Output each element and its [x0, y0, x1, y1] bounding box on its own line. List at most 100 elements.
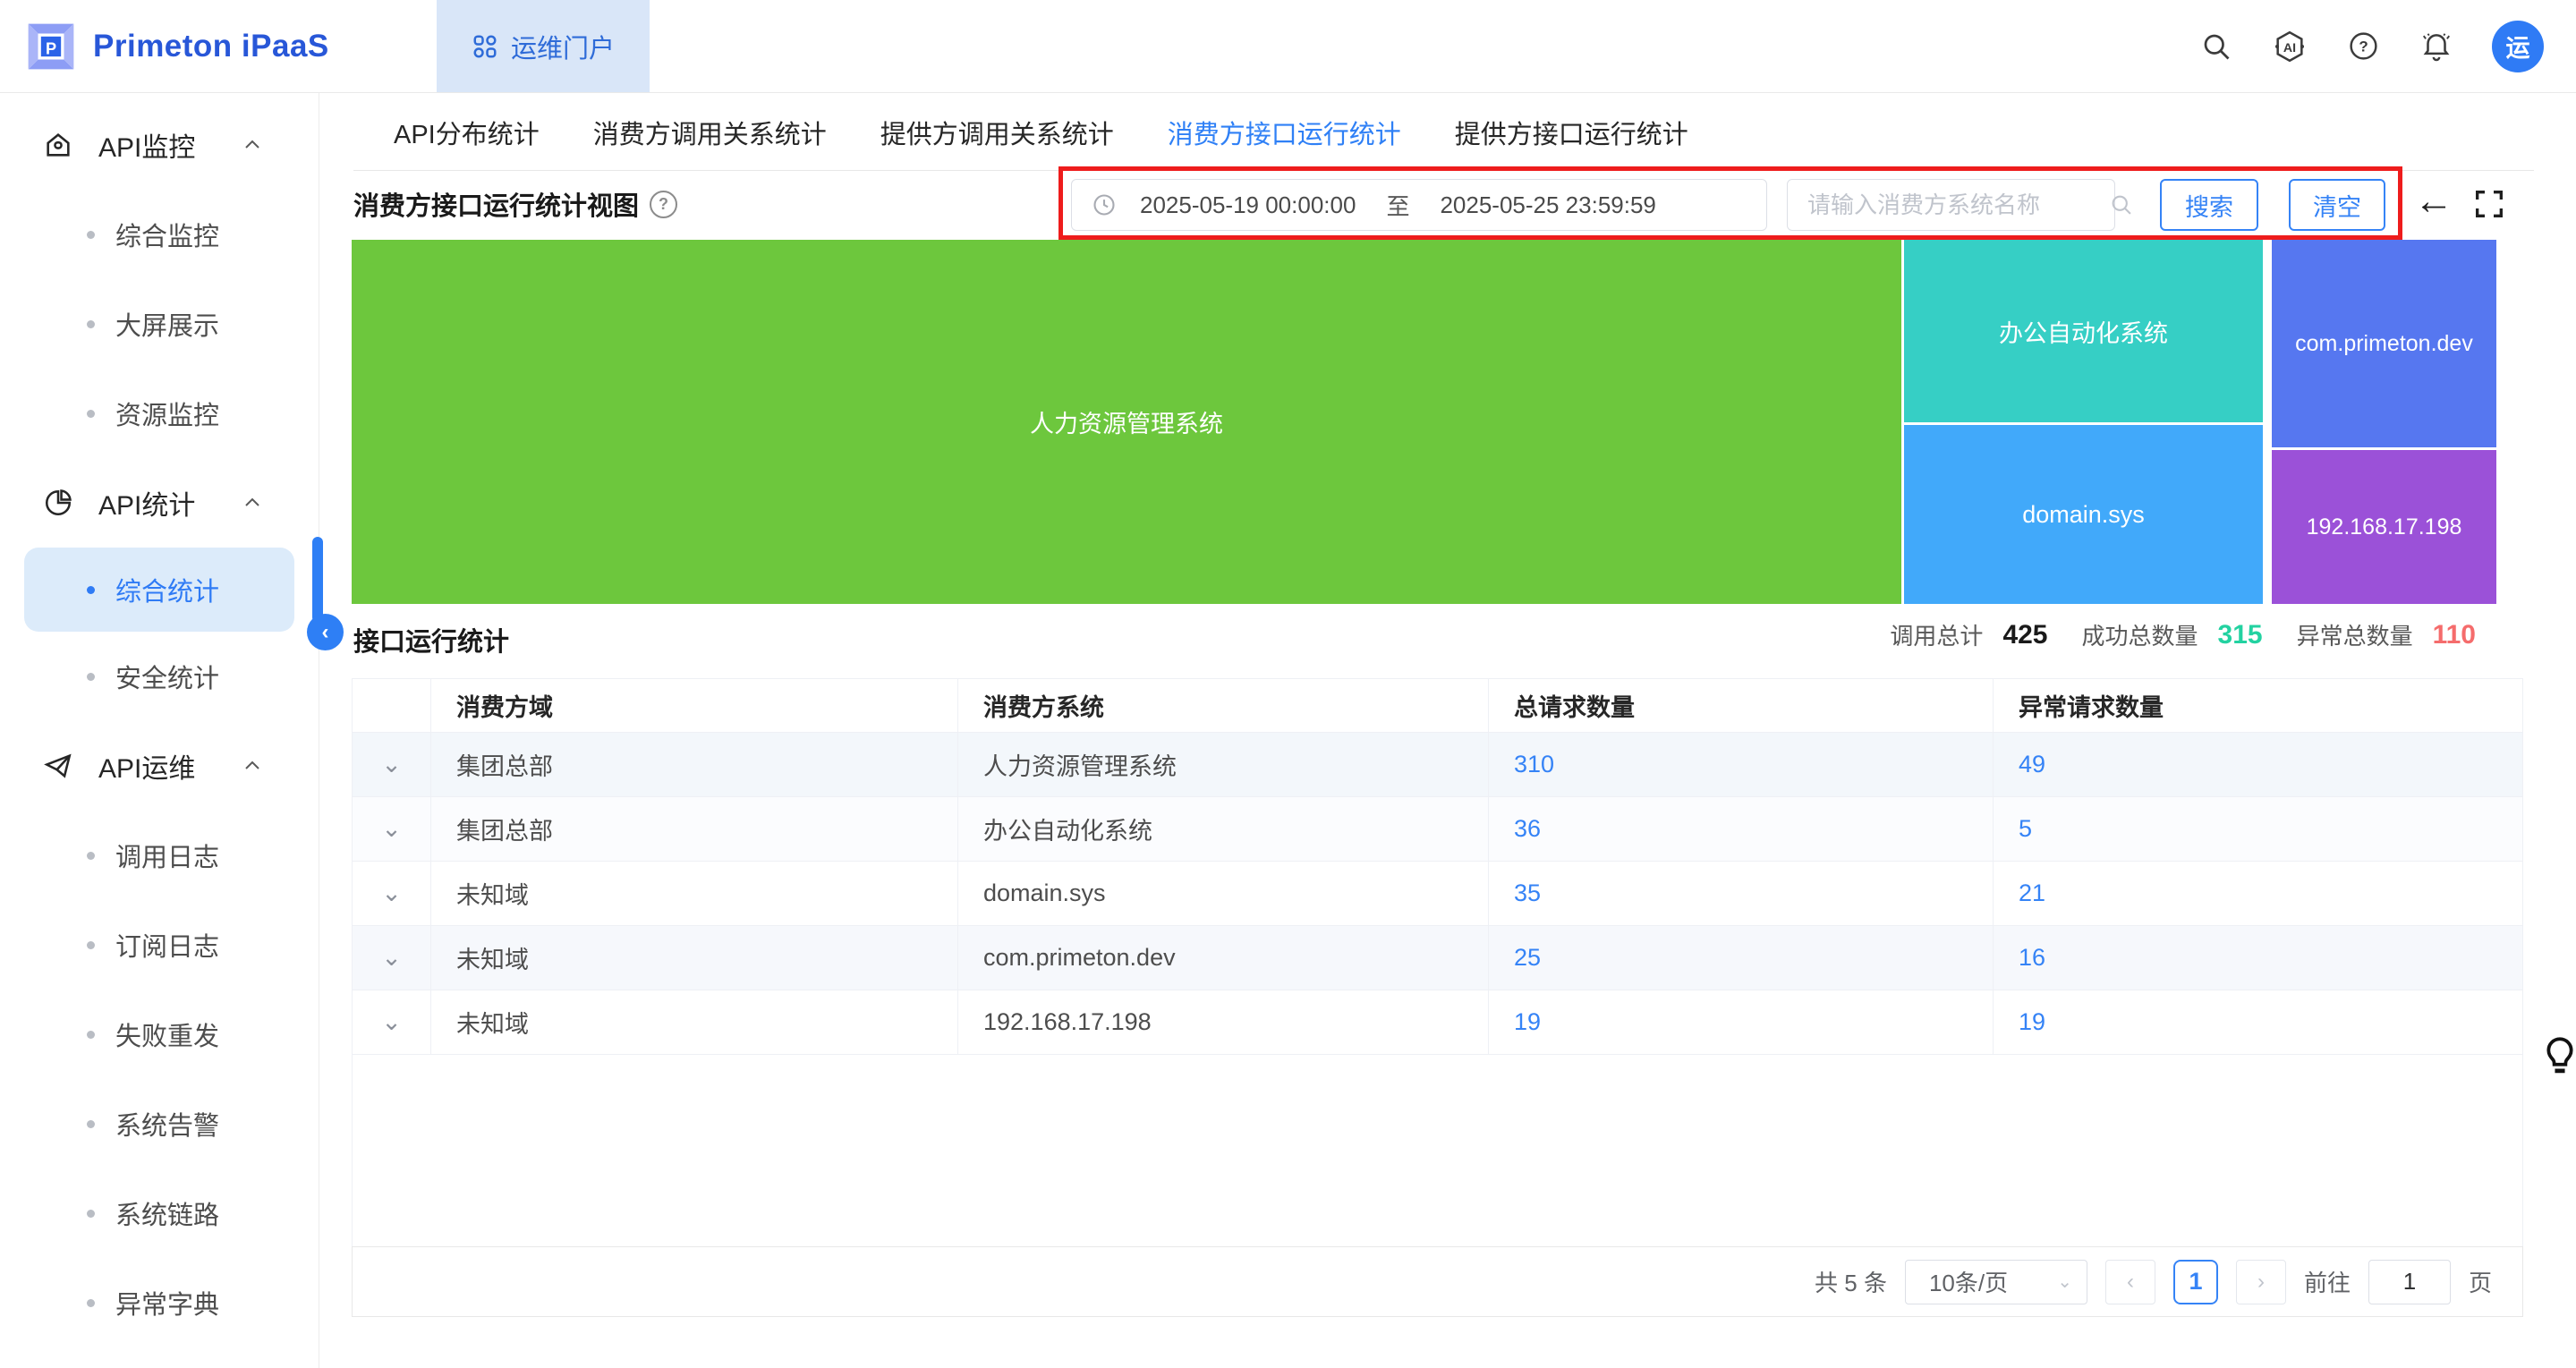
tab-consumer-api-run-stats[interactable]: 消费方接口运行统计: [1161, 93, 1407, 171]
page-size-value: 10条/页: [1928, 1270, 2009, 1296]
sidebar-section-api-monitor[interactable]: API监控: [0, 100, 319, 190]
sidebar-item-xitong-gaojing[interactable]: 系统告警: [0, 1079, 319, 1168]
treemap-tile-domain-sys[interactable]: domain.sys: [1904, 425, 2263, 604]
treemap-tile-oa-system[interactable]: 办公自动化系统: [1904, 240, 2263, 422]
sidebar-item-ziyuan-jiankong[interactable]: 资源监控: [0, 369, 319, 458]
treemap-tile-ip-192-168-17-198[interactable]: 192.168.17.198: [2272, 450, 2496, 604]
chevron-down-icon: ⌄: [2057, 1272, 2072, 1292]
tab-provider-api-run-stats[interactable]: 提供方接口运行统计: [1455, 93, 1688, 171]
treemap-tile-hr-system[interactable]: 人力资源管理系统: [352, 240, 1901, 604]
row-expand-chevron-icon[interactable]: ⌄: [353, 990, 431, 1054]
ai-assistant-icon[interactable]: AI: [2272, 29, 2308, 64]
chevron-up-icon: [245, 140, 259, 149]
cell-error-requests-link[interactable]: 19: [2019, 1008, 2045, 1036]
sidebar-section-api-stats[interactable]: API统计: [0, 458, 319, 548]
goto-page-input[interactable]: [2368, 1259, 2451, 1304]
sidebar-item-zonghe-jiankong[interactable]: 综合监控: [0, 190, 319, 279]
table-row: ⌄ 未知域 domain.sys 35 21: [353, 862, 2522, 926]
search-icon[interactable]: [2198, 29, 2234, 64]
bullet-icon: [87, 1298, 95, 1307]
cell-consumer-system: 办公自动化系统: [958, 797, 1489, 861]
bullet-icon: [87, 1030, 95, 1039]
date-start-value[interactable]: 2025-05-19 00:00:00: [1140, 191, 1356, 219]
sidebar-collapse-button[interactable]: ‹: [307, 614, 344, 650]
cell-total-requests-link[interactable]: 19: [1514, 1008, 1541, 1036]
portal-tab[interactable]: 运维门户: [437, 0, 650, 92]
sidebar-item-anquan-tongji[interactable]: 安全统计: [0, 632, 319, 721]
prev-page-button[interactable]: ‹: [2104, 1259, 2155, 1304]
sidebar-scroll-handle[interactable]: [312, 537, 323, 623]
sidebar-item-yichang-zidian[interactable]: 异常字典: [0, 1258, 319, 1347]
bullet-icon: [87, 319, 95, 328]
treemap-tile-label: com.primeton.dev: [2295, 330, 2473, 356]
sidebar-item-diaoyong-rizhi[interactable]: 调用日志: [0, 811, 319, 900]
sidebar-item-xitong-lianlu[interactable]: 系统链路: [0, 1168, 319, 1258]
row-expand-chevron-icon[interactable]: ⌄: [353, 926, 431, 990]
cell-total-requests-link[interactable]: 36: [1514, 815, 1541, 843]
col-header-consumer-domain: 消费方域: [431, 679, 958, 732]
clear-button[interactable]: 清空: [2289, 179, 2385, 231]
lightbulb-icon[interactable]: [2543, 1036, 2576, 1084]
row-expand-chevron-icon[interactable]: ⌄: [353, 797, 431, 861]
sidebar-item-shibai-chongfa[interactable]: 失败重发: [0, 990, 319, 1079]
tab-provider-call-relation[interactable]: 提供方调用关系统计: [880, 93, 1114, 171]
page-size-select[interactable]: 10条/页 ⌄: [1904, 1259, 2087, 1304]
next-page-button[interactable]: ›: [2235, 1259, 2286, 1304]
sidebar-item-label: 异常字典: [115, 1291, 220, 1320]
sidebar-item-daping-zhanshi[interactable]: 大屏展示: [0, 279, 319, 369]
bullet-icon: [87, 230, 95, 239]
consumer-system-treemap: 人力资源管理系统 办公自动化系统 domain.sys com.primeton…: [352, 240, 2496, 604]
sidebar-item-dingyue-rizhi[interactable]: 订阅日志: [0, 900, 319, 990]
treemap-tile-label: 人力资源管理系统: [1030, 411, 1223, 438]
tab-consumer-call-relation[interactable]: 消费方调用关系统计: [593, 93, 827, 171]
cell-error-requests-link[interactable]: 49: [2019, 751, 2045, 778]
cell-total-requests-link[interactable]: 35: [1514, 879, 1541, 907]
sidebar-section-api-ops[interactable]: API运维: [0, 721, 319, 811]
cell-total-requests-link[interactable]: 310: [1514, 751, 1554, 778]
date-to-label: 至: [1386, 192, 1410, 220]
goto-label: 前往: [2303, 1270, 2351, 1296]
cell-error-requests-link[interactable]: 16: [2019, 944, 2045, 972]
sidebar-section-label: API统计: [98, 491, 196, 521]
sidebar-item-label: 订阅日志: [115, 933, 220, 962]
help-icon[interactable]: ?: [2345, 29, 2381, 64]
api-run-stats-table: 消费方域 消费方系统 总请求数量 异常请求数量 ⌄ 集团总部 人力资源管理系统 …: [352, 678, 2523, 1247]
user-avatar[interactable]: 运: [2492, 20, 2544, 72]
date-end-value[interactable]: 2025-05-25 23:59:59: [1440, 191, 1655, 219]
table-header-row: 消费方域 消费方系统 总请求数量 异常请求数量: [353, 679, 2522, 733]
search-button[interactable]: 搜索: [2160, 179, 2258, 231]
sidebar-item-label: 安全统计: [115, 665, 220, 693]
date-range-picker[interactable]: 2025-05-19 00:00:00 至 2025-05-25 23:59:5…: [1071, 179, 1767, 231]
tab-api-distribution[interactable]: API分布统计: [394, 93, 540, 171]
back-arrow-icon[interactable]: ←: [2414, 182, 2453, 221]
pie-chart-icon: [45, 489, 72, 516]
table-row: ⌄ 集团总部 办公自动化系统 36 5: [353, 797, 2522, 862]
treemap-tile-label: domain.sys: [2022, 500, 2145, 528]
help-tooltip-icon[interactable]: ?: [650, 190, 678, 218]
cell-consumer-domain: 未知域: [431, 926, 958, 990]
treemap-tile-com-primeton-dev[interactable]: com.primeton.dev: [2272, 240, 2496, 447]
cell-error-requests-link[interactable]: 5: [2019, 815, 2032, 843]
row-expand-chevron-icon[interactable]: ⌄: [353, 733, 431, 796]
cell-total-requests-link[interactable]: 25: [1514, 944, 1541, 972]
row-expand-chevron-icon[interactable]: ⌄: [353, 862, 431, 925]
sidebar-item-zonghe-tongji-active[interactable]: 综合统计: [24, 548, 294, 632]
sidebar-nav: API监控 综合监控 大屏展示 资源监控 API统计 综合统计 安全统计 API…: [0, 93, 319, 1368]
bullet-icon: [87, 1119, 95, 1128]
cell-error-requests-link[interactable]: 21: [2019, 879, 2045, 907]
primeton-logo-icon: P: [28, 23, 74, 69]
cell-consumer-system: domain.sys: [958, 862, 1489, 925]
current-page-button[interactable]: 1: [2172, 1259, 2218, 1304]
table-row: ⌄ 未知域 192.168.17.198 19 19: [353, 990, 2522, 1055]
treemap-tile-label: 办公自动化系统: [1999, 319, 2168, 347]
chevron-up-icon: [245, 497, 259, 506]
error-total-label: 异常总数量: [2296, 623, 2413, 650]
cell-consumer-domain: 集团总部: [431, 733, 958, 796]
fullscreen-icon[interactable]: [2471, 186, 2507, 222]
search-icon[interactable]: [2109, 192, 2134, 217]
table-row: ⌄ 未知域 com.primeton.dev 25 16: [353, 926, 2522, 990]
search-input[interactable]: [1806, 190, 2109, 220]
bullet-icon: [87, 940, 95, 949]
notification-bell-icon[interactable]: [2419, 29, 2454, 64]
table-row: ⌄ 集团总部 人力资源管理系统 310 49: [353, 733, 2522, 797]
